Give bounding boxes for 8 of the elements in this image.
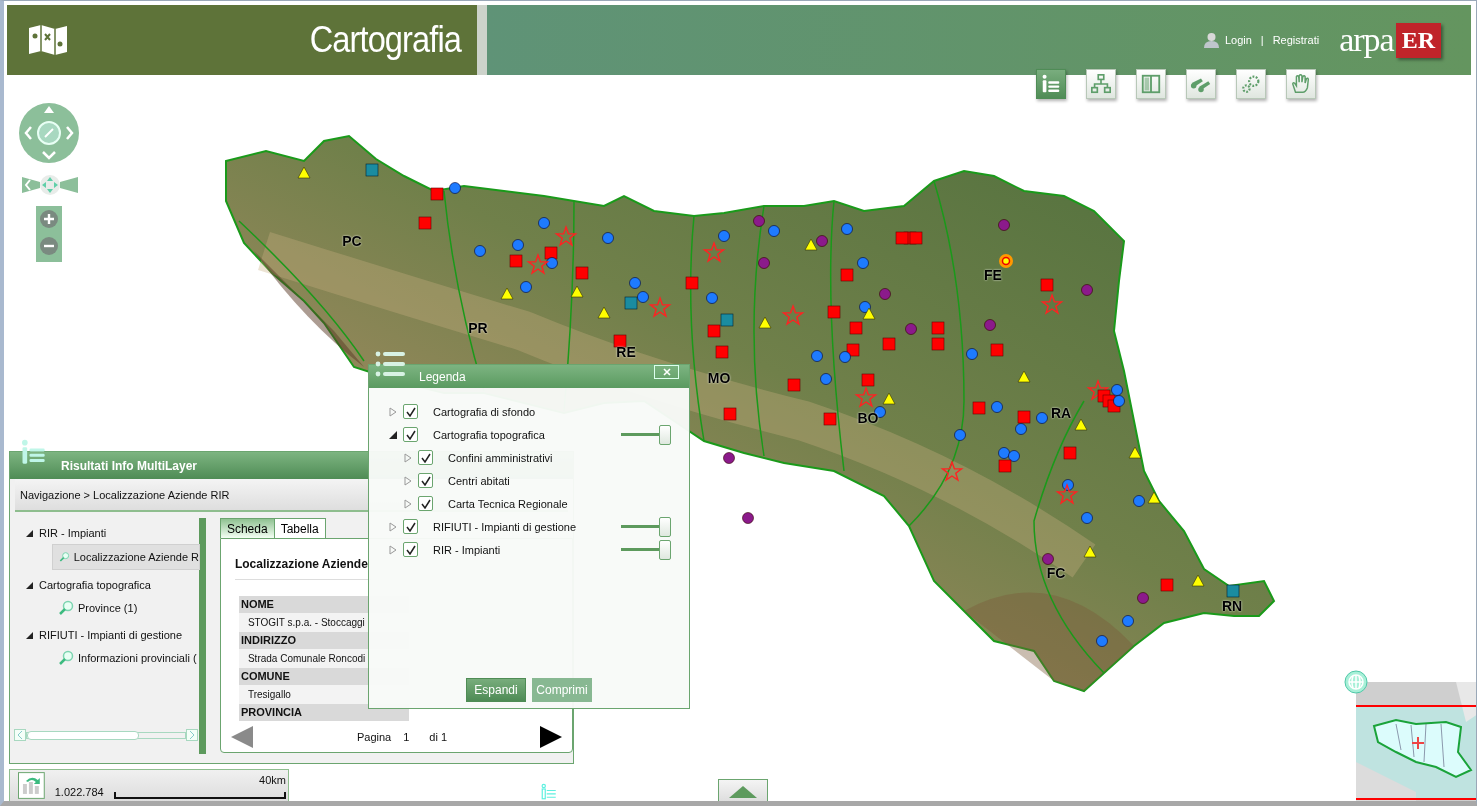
map-icon	[27, 24, 69, 56]
link-separator: |	[1260, 34, 1264, 46]
app-title: Cartografia	[309, 19, 461, 61]
header-separator	[477, 5, 487, 75]
logo-text: arpa	[1339, 21, 1394, 59]
login-link[interactable]: Login	[1224, 34, 1252, 46]
user-icon	[1203, 32, 1219, 48]
logo-badge: ER	[1395, 22, 1441, 58]
